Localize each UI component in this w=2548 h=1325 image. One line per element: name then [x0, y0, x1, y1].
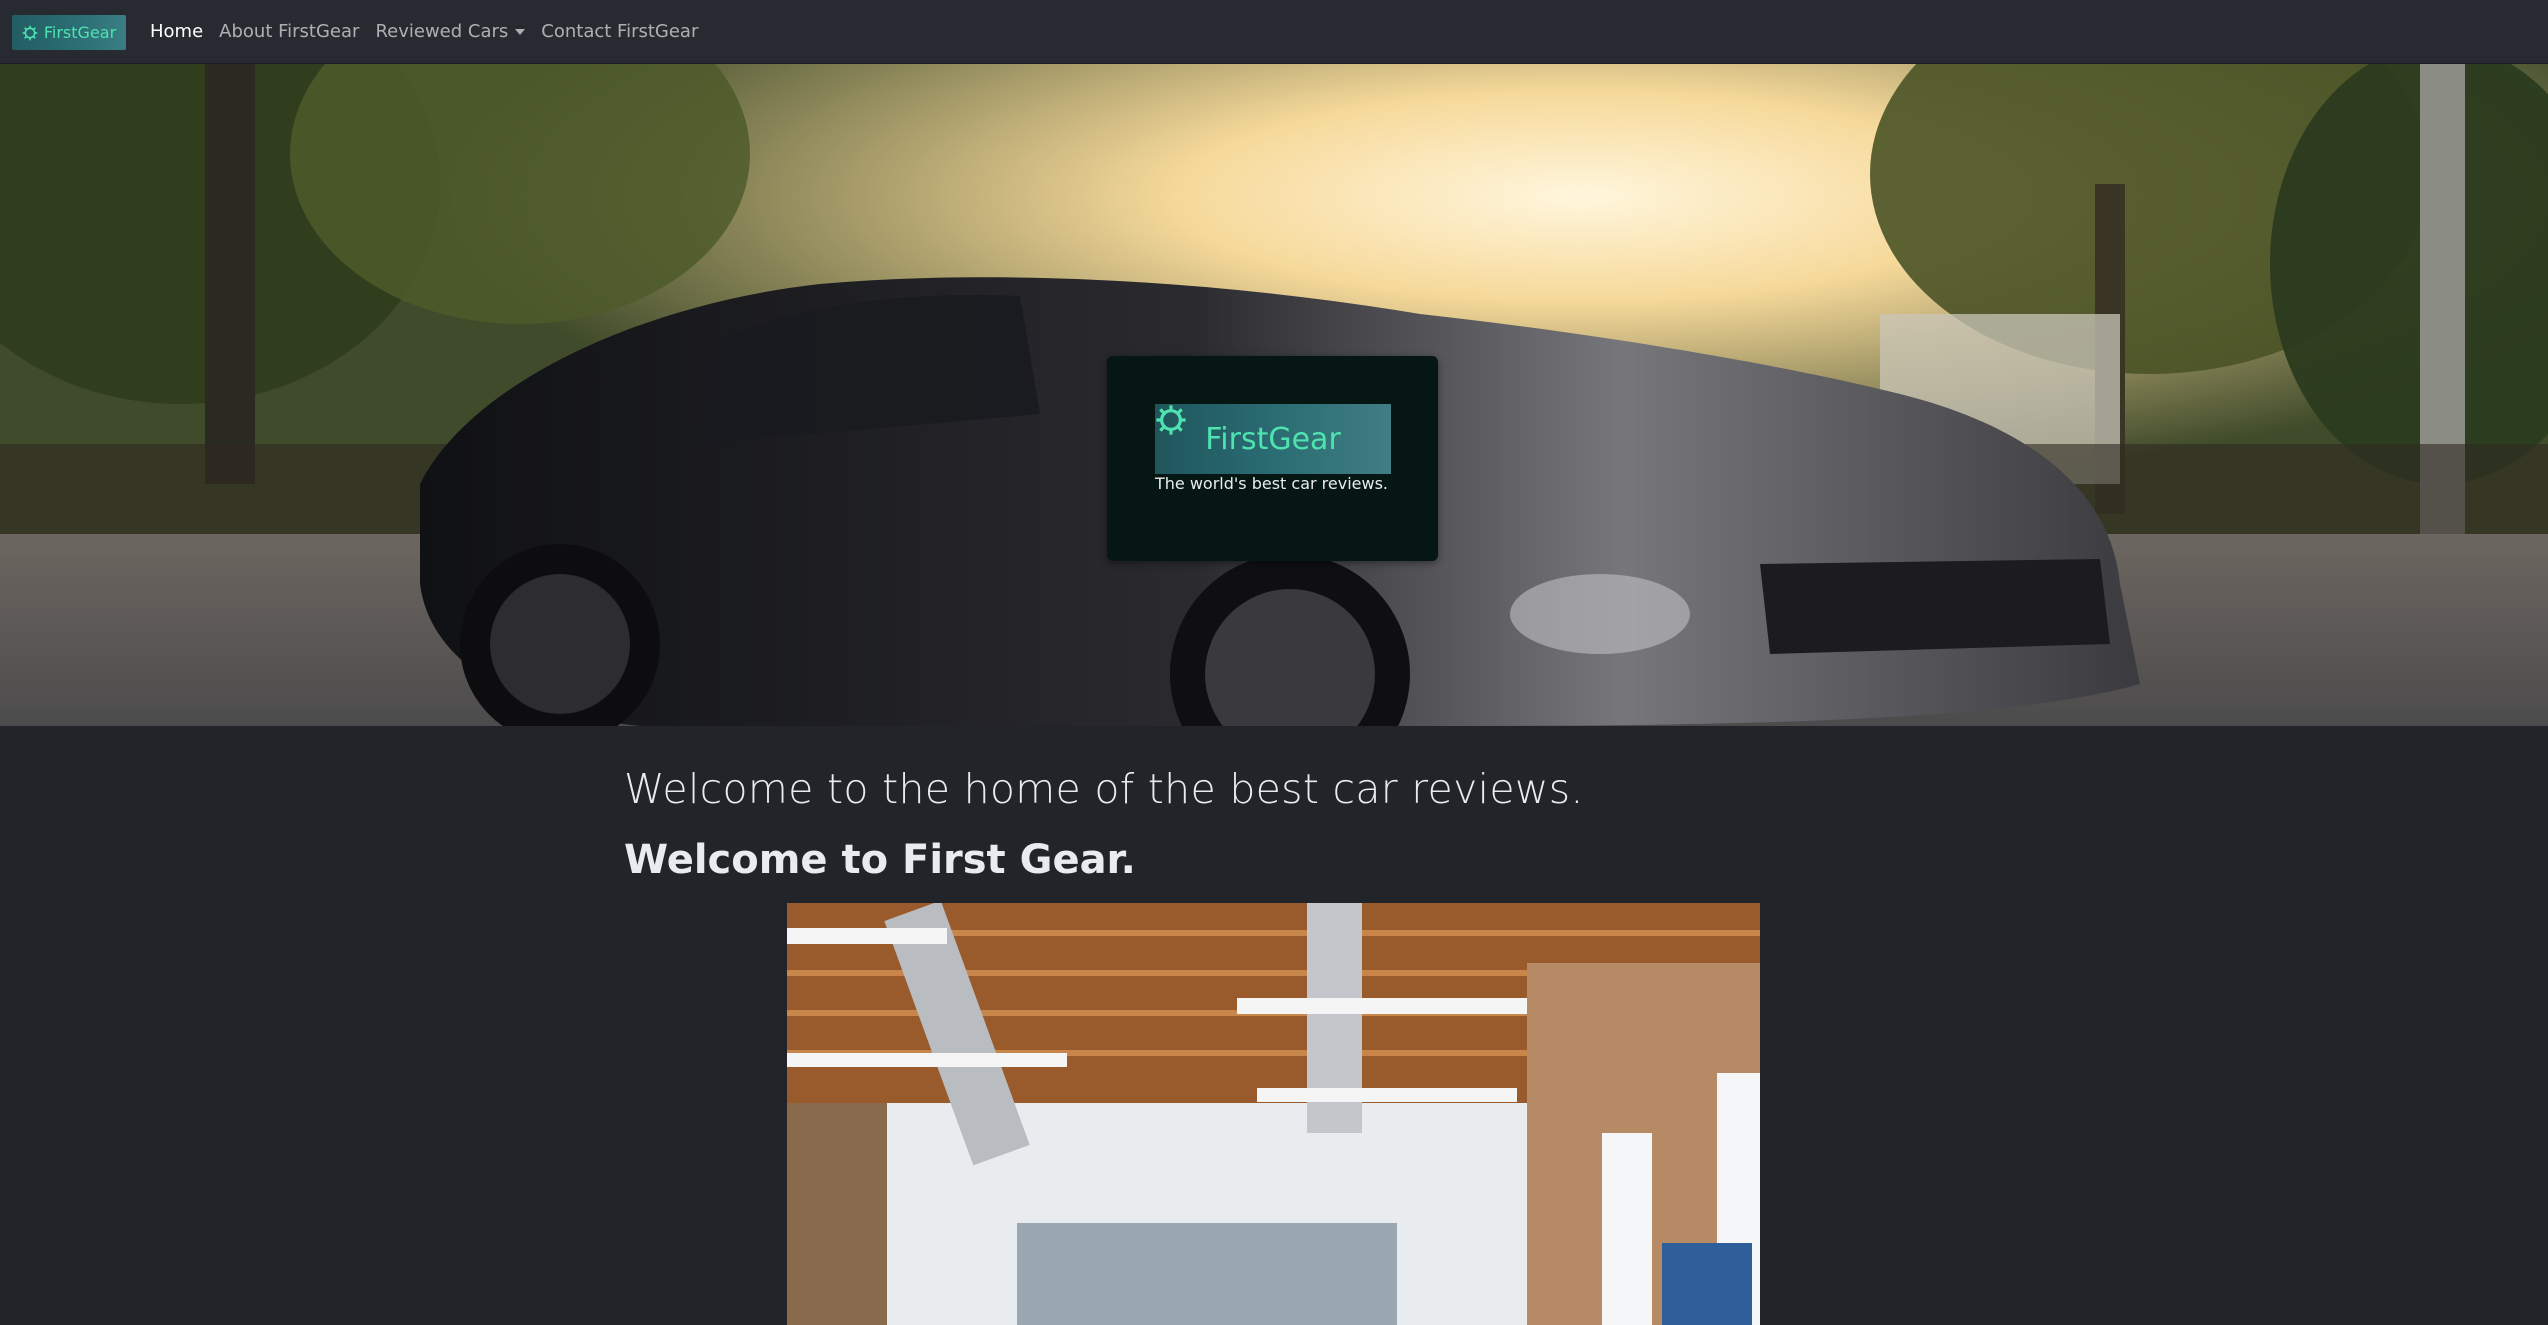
office-image	[787, 903, 1760, 1325]
caret-down-icon	[515, 29, 526, 35]
nav-dropdown-label: Reviewed Cars	[375, 21, 509, 42]
gear-icon	[22, 25, 38, 40]
hero-logo: FirstGear	[1155, 404, 1391, 474]
nav-link-contact[interactable]: Contact FirstGear	[541, 21, 698, 42]
office-illustration	[787, 903, 1760, 1325]
hero-logo-label: FirstGear	[1205, 421, 1341, 457]
hero-banner: FirstGear The world's best car reviews.	[0, 64, 2548, 726]
nav-link-home[interactable]: Home	[150, 21, 203, 42]
hero-card: FirstGear The world's best car reviews.	[1107, 356, 1438, 561]
page-headline: Welcome to the home of the best car revi…	[624, 765, 1584, 814]
navbar: FirstGear Home About FirstGear Reviewed …	[0, 0, 2548, 64]
nav-dropdown-reviewed-cars[interactable]: Reviewed Cars	[375, 21, 526, 42]
brand-label: FirstGear	[43, 23, 117, 42]
nav-links: Home About FirstGear Reviewed Cars Conta…	[150, 0, 698, 63]
page-subheadline: Welcome to First Gear.	[624, 837, 1136, 884]
gear-icon	[1156, 405, 1186, 435]
brand-logo-button[interactable]: FirstGear	[12, 15, 126, 50]
hero-tagline: The world's best car reviews.	[1155, 474, 1389, 493]
nav-link-about[interactable]: About FirstGear	[219, 21, 359, 42]
